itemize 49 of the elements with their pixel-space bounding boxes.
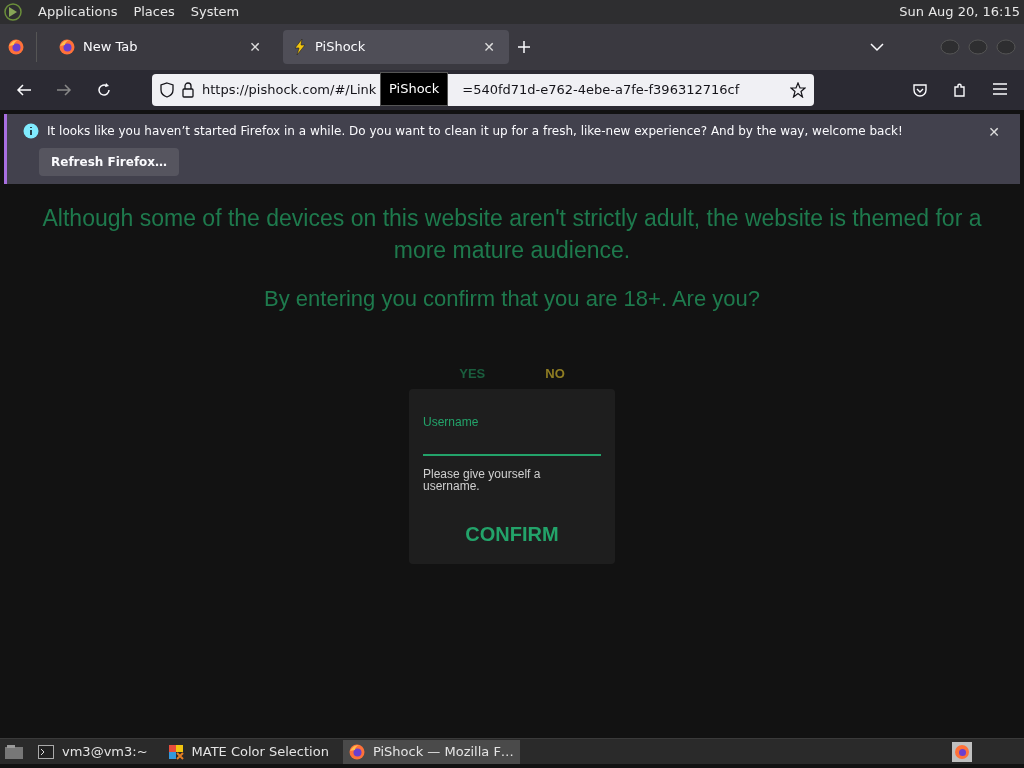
chevron-down-icon[interactable]	[870, 42, 884, 52]
confirm-button[interactable]: CONFIRM	[459, 517, 565, 550]
taskbar-item[interactable]: MATE Color Selection	[161, 739, 335, 764]
terminal-icon	[38, 744, 54, 759]
new-tab-icon[interactable]	[517, 40, 531, 54]
clock: Sun Aug 20, 16:15	[899, 3, 1020, 22]
info-icon	[23, 123, 39, 139]
menu-icon[interactable]	[992, 82, 1008, 96]
url-text: https://pishock.com/#/Link	[202, 81, 377, 100]
helper-text: Please give yourself a username.	[423, 467, 542, 492]
star-icon[interactable]	[790, 82, 806, 98]
taskbar-item[interactable]: PiShock — Mozilla F…	[342, 739, 520, 764]
lock-icon	[182, 82, 194, 98]
browser-tab[interactable]: New Tab ✕	[49, 30, 275, 64]
firefox-icon	[348, 743, 365, 760]
taskbar-item[interactable]: vm3@vm3:~	[32, 739, 154, 764]
taskbar-label: PiShock — Mozilla F…	[372, 742, 514, 761]
question-text: By entering you confirm that you are 18+. Are you?	[264, 285, 760, 313]
lightning-icon	[293, 39, 307, 55]
palette-icon	[167, 743, 184, 760]
forward-icon[interactable]	[56, 83, 72, 97]
shield-icon	[160, 82, 174, 98]
tab-title: PiShock	[315, 38, 367, 57]
tab-title: New Tab	[83, 38, 139, 57]
close-tab-button[interactable]: ✕	[479, 36, 499, 58]
reload-icon[interactable]	[96, 82, 112, 98]
show-desktop-icon[interactable]	[4, 743, 24, 760]
no-button[interactable]: NO	[539, 363, 571, 385]
panel-menu[interactable]: Places	[133, 2, 175, 22]
firefox-icon	[59, 39, 75, 55]
notice-text: Although some of the devices on this website aren't strictly adult, the website is themed for a more mature audience.	[41, 204, 983, 265]
browser-tab[interactable]: PiShock ✕	[283, 30, 509, 64]
puzzle-icon[interactable]	[952, 82, 968, 98]
refresh-button[interactable]: Refresh Firefox…	[39, 148, 180, 176]
notification-message: It looks like you haven’t started Firefox in a while. Do you want to clean it up for a fresh, like-new experience? And by the way, welcome back!	[47, 123, 903, 140]
close-tab-button[interactable]: ✕	[245, 36, 265, 58]
taskbar-label: vm3@vm3:~	[62, 742, 148, 761]
panel-menu[interactable]: Applications	[38, 2, 118, 22]
close-notification-button[interactable]: ✕	[984, 122, 1004, 143]
field-label: Username	[423, 413, 480, 431]
taskbar-label: MATE Color Selection	[191, 742, 329, 761]
url-text: =540fd71d-e762-4ebe-a7fe-f396312716cf	[462, 81, 741, 100]
tooltip: PiShock	[380, 72, 449, 106]
panel-menu[interactable]: System	[190, 2, 240, 22]
back-icon[interactable]	[16, 83, 32, 97]
firefox-icon	[8, 39, 24, 55]
mate-logo-icon[interactable]	[4, 3, 22, 21]
pocket-icon[interactable]	[912, 82, 928, 98]
firefox-icon[interactable]	[952, 741, 972, 762]
